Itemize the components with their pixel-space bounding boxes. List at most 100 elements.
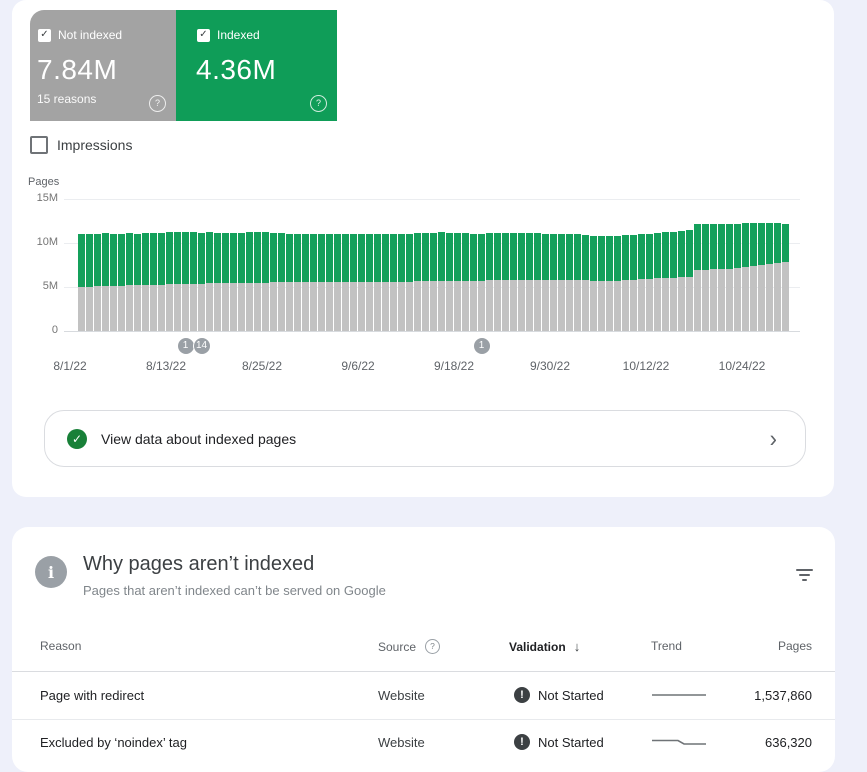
bar-day-41[interactable] [406,234,413,331]
bar-day-42[interactable] [414,233,421,331]
bar-day-54[interactable] [510,233,517,331]
bar-day-71[interactable] [646,234,653,331]
bar-day-47[interactable] [454,233,461,331]
bar-day-22[interactable] [254,232,261,331]
bar-day-77[interactable] [694,224,701,331]
column-header-validation[interactable]: Validation ↓ [509,639,580,654]
column-header-source[interactable]: Source ? [378,639,440,654]
bar-day-1[interactable] [86,234,93,331]
bar-day-51[interactable] [486,233,493,331]
stacked-bar-plot[interactable] [78,199,790,331]
bar-day-84[interactable] [750,223,757,331]
event-badge[interactable]: 1 [178,338,194,354]
bar-day-19[interactable] [230,233,237,331]
reason-cell[interactable]: Excluded by ‘noindex’ tag [40,735,187,750]
bar-day-40[interactable] [398,234,405,331]
bar-day-69[interactable] [630,235,637,331]
bar-day-7[interactable] [134,234,141,331]
bar-day-81[interactable] [726,224,733,331]
bar-day-17[interactable] [214,233,221,331]
bar-day-28[interactable] [302,234,309,331]
help-icon[interactable]: ? [425,639,440,654]
bar-day-44[interactable] [430,233,437,331]
bar-day-82[interactable] [734,224,741,331]
bar-day-0[interactable] [78,234,85,331]
bar-day-55[interactable] [518,233,525,331]
bar-day-26[interactable] [286,234,293,331]
bar-day-31[interactable] [326,234,333,331]
bar-day-15[interactable] [198,233,205,331]
event-badge[interactable]: 14 [194,338,210,354]
not-indexed-checkbox[interactable]: ✓ [38,29,51,42]
bar-day-32[interactable] [334,234,341,331]
bar-day-4[interactable] [110,234,117,331]
bar-day-38[interactable] [382,234,389,331]
bar-day-48[interactable] [462,233,469,331]
bar-day-78[interactable] [702,224,709,331]
bar-day-8[interactable] [142,233,149,331]
bar-day-37[interactable] [374,234,381,331]
bar-day-68[interactable] [622,235,629,331]
bar-day-70[interactable] [638,234,645,331]
bar-day-11[interactable] [166,232,173,331]
bar-day-49[interactable] [470,234,477,331]
column-header-pages[interactable]: Pages [712,639,812,653]
bar-day-2[interactable] [94,234,101,331]
bar-day-23[interactable] [262,232,269,331]
reason-cell[interactable]: Page with redirect [40,688,144,703]
bar-day-59[interactable] [550,234,557,331]
bar-day-5[interactable] [118,234,125,331]
bar-day-61[interactable] [566,234,573,331]
filter-icon[interactable] [790,563,818,587]
bar-day-62[interactable] [574,234,581,331]
bar-day-33[interactable] [342,234,349,331]
view-data-row[interactable]: ✓ View data about indexed pages › [44,410,806,467]
bar-day-24[interactable] [270,233,277,331]
bar-day-88[interactable] [782,224,789,331]
bar-day-10[interactable] [158,233,165,331]
bar-day-87[interactable] [774,223,781,331]
bar-day-85[interactable] [758,223,765,331]
bar-day-46[interactable] [446,233,453,331]
bar-day-16[interactable] [206,232,213,331]
bar-day-66[interactable] [606,236,613,331]
help-icon[interactable]: ? [149,95,166,112]
bar-day-21[interactable] [246,232,253,331]
bar-day-3[interactable] [102,233,109,331]
bar-day-73[interactable] [662,232,669,331]
bar-day-52[interactable] [494,233,501,331]
bar-day-50[interactable] [478,234,485,331]
table-row[interactable]: Page with redirect Website ! Not Started… [12,672,835,720]
column-header-reason[interactable]: Reason [40,639,81,653]
bar-day-63[interactable] [582,235,589,331]
help-icon[interactable]: ? [310,95,327,112]
bar-day-76[interactable] [686,230,693,331]
bar-day-20[interactable] [238,233,245,331]
bar-day-45[interactable] [438,232,445,331]
bar-day-74[interactable] [670,232,677,331]
bar-day-57[interactable] [534,233,541,331]
bar-day-53[interactable] [502,233,509,331]
bar-day-13[interactable] [182,232,189,331]
bar-day-75[interactable] [678,231,685,331]
bar-day-56[interactable] [526,233,533,331]
not-indexed-card[interactable]: ✓ Not indexed 7.84M 15 reasons ? [30,10,176,121]
bar-day-86[interactable] [766,223,773,331]
column-header-trend[interactable]: Trend [651,639,682,653]
bar-day-39[interactable] [390,234,397,331]
bar-day-25[interactable] [278,233,285,331]
bar-day-79[interactable] [710,224,717,331]
bar-day-35[interactable] [358,234,365,331]
bar-day-30[interactable] [318,234,325,331]
bar-day-27[interactable] [294,234,301,331]
table-row[interactable]: Excluded by ‘noindex’ tag Website ! Not … [12,719,835,766]
indexed-checkbox[interactable]: ✓ [197,29,210,42]
bar-day-34[interactable] [350,234,357,331]
bar-day-14[interactable] [190,232,197,331]
bar-day-64[interactable] [590,236,597,331]
bar-day-6[interactable] [126,233,133,331]
chevron-right-icon[interactable]: › [770,426,777,450]
event-badge[interactable]: 1 [474,338,490,354]
impressions-toggle[interactable]: Impressions [30,136,132,154]
impressions-checkbox[interactable] [30,136,48,154]
